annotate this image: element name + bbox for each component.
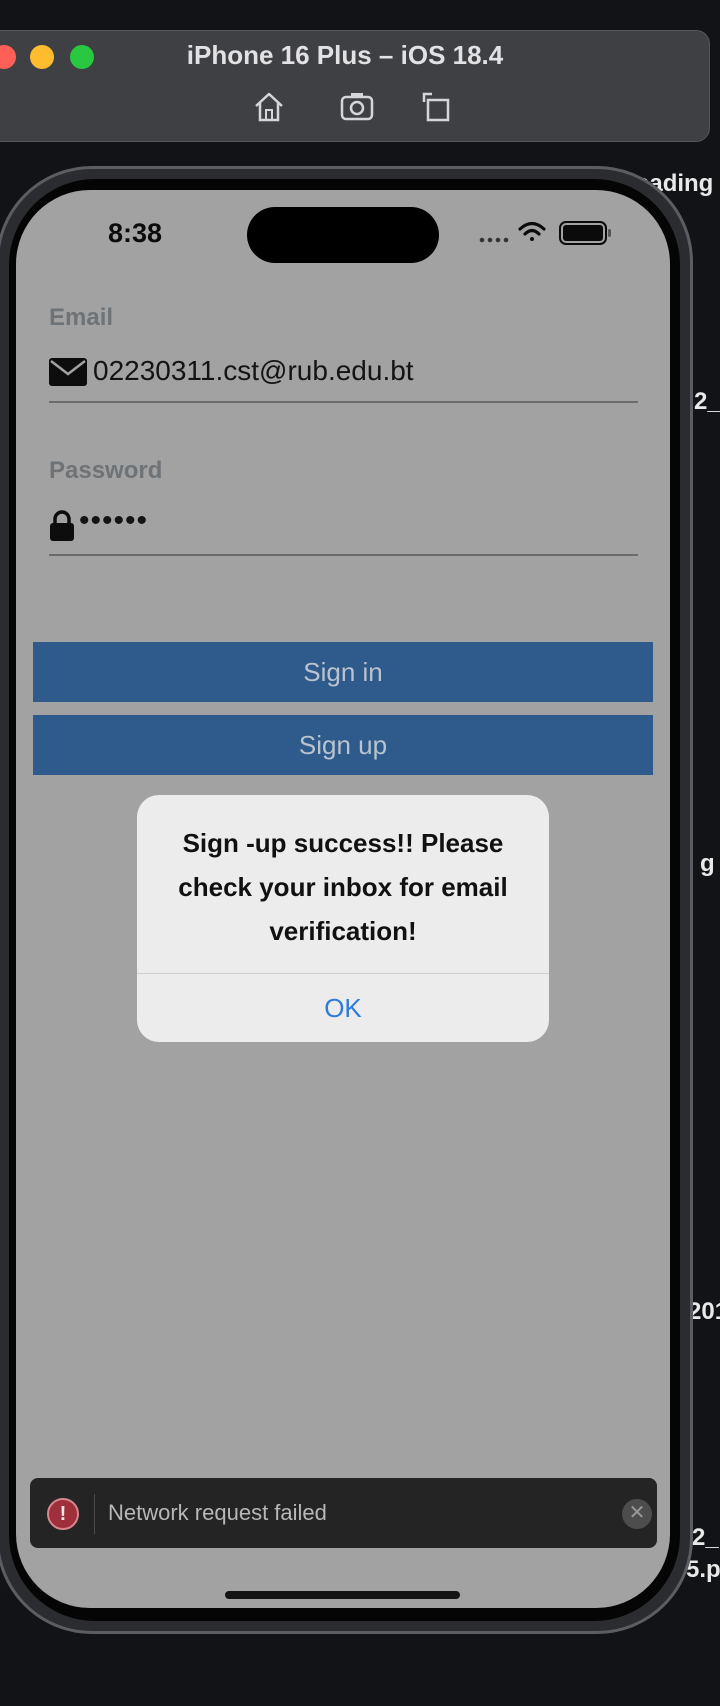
battery-icon: [559, 221, 611, 245]
screenshot-icon[interactable]: [340, 90, 374, 124]
close-icon[interactable]: ✕: [622, 1499, 652, 1529]
email-value: 02230311.cst@rub.edu.bt: [93, 355, 414, 386]
desktop-label: 2_: [692, 1524, 719, 1551]
alert-dialog: Sign -up success!! Please check your inb…: [137, 795, 549, 1042]
password-value: ••••••: [79, 504, 149, 537]
desktop-label: g: [700, 850, 715, 877]
lock-icon: [50, 510, 74, 541]
email-label: Email: [49, 304, 114, 331]
desktop-label: 5.p: [686, 1556, 720, 1583]
alert-message: Sign -up success!! Please check your inb…: [178, 828, 508, 946]
cellular-icon: [479, 237, 509, 243]
error-toast[interactable]: ! Network request failed ✕: [30, 1478, 657, 1548]
envelope-icon: [49, 358, 87, 386]
status-icons: [479, 221, 611, 245]
simulator-title: iPhone 16 Plus – iOS 18.4: [186, 40, 504, 70]
dynamic-island: [247, 207, 439, 263]
toast-message: Network request failed: [108, 1500, 327, 1525]
home-icon[interactable]: [252, 90, 286, 124]
desktop-label: 2_: [694, 388, 720, 415]
email-field[interactable]: 02230311.cst@rub.edu.bt: [49, 353, 638, 403]
alert-ok-button[interactable]: OK: [137, 974, 549, 1042]
password-field[interactable]: ••••••: [49, 504, 638, 556]
home-indicator[interactable]: [225, 1591, 460, 1599]
desktop-background: eading 2_ g 201 2_ 5.p iPhone 16 Plus – …: [0, 0, 720, 1706]
password-label: Password: [49, 457, 163, 484]
wifi-icon: [518, 221, 546, 241]
toast-divider: [94, 1494, 95, 1534]
rotate-icon[interactable]: [420, 90, 454, 124]
sign-up-button[interactable]: Sign up: [33, 715, 653, 775]
error-icon: !: [47, 1498, 79, 1530]
status-time: 8:38: [108, 218, 163, 248]
phone-screen: 8:38 Email 02230311.cst@rub.edu.bt Passw…: [16, 190, 670, 1608]
sign-in-button[interactable]: Sign in: [33, 642, 653, 702]
